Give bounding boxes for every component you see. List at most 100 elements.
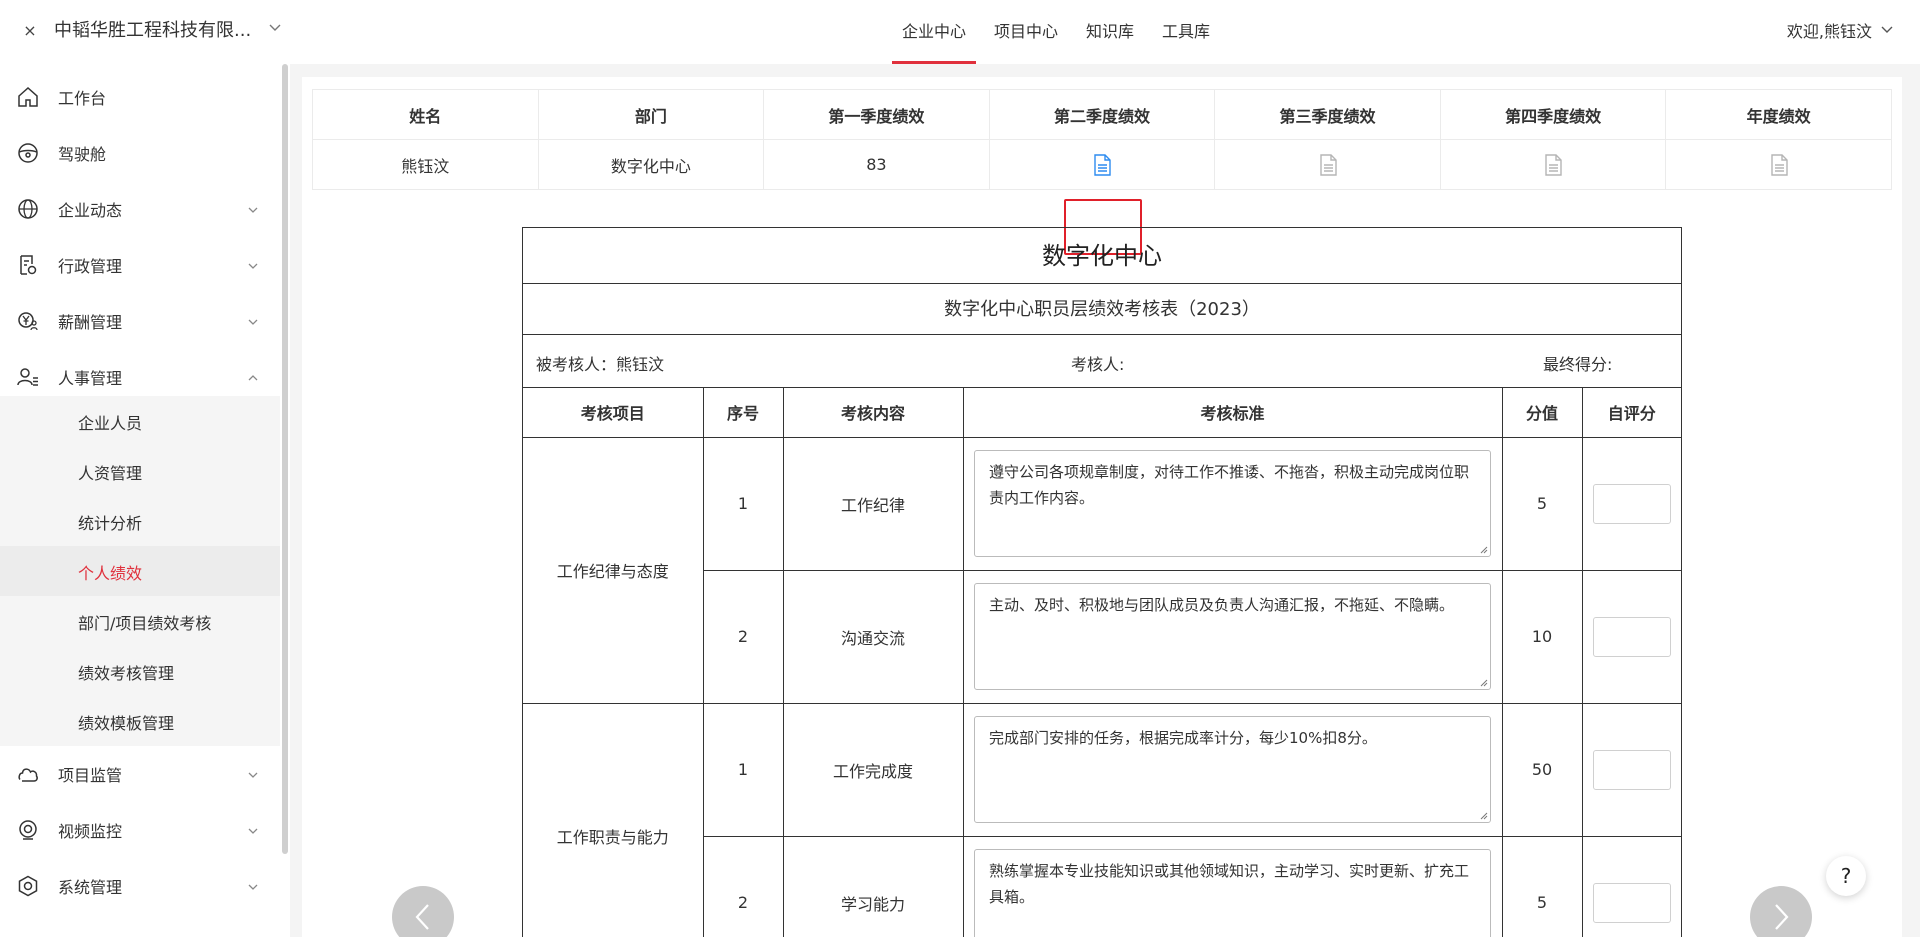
form-subtitle: 数字化中心职员层绩效考核表（2023） bbox=[523, 284, 1681, 335]
cell-q3 bbox=[1214, 139, 1441, 190]
assessment-form: 数字化中心 数字化中心职员层绩效考核表（2023） 被考核人：熊钰汶 考核人: … bbox=[522, 227, 1682, 937]
self-score-input[interactable] bbox=[1592, 749, 1671, 790]
sidebar-item-label: 人事管理 bbox=[58, 369, 123, 388]
col-header-name: 姓名 bbox=[312, 89, 539, 140]
cell-score: 5 bbox=[1501, 436, 1583, 571]
user-chevron-down-icon[interactable] bbox=[1880, 22, 1898, 42]
submenu-item-dept-project-assessment[interactable]: 部门/项目绩效考核 bbox=[0, 596, 280, 646]
criteria-textarea[interactable]: 遵守公司各项规章制度，对待工作不推诿、不拖沓，积极主动完成岗位职责内工作内容。 bbox=[974, 450, 1491, 557]
criteria-text: 熟练掌握本专业技能知识或其他领域知识，主动学习、实时更新、扩充工具箱。 bbox=[989, 862, 1470, 906]
submenu-item-enterprise-staff[interactable]: 企业人员 bbox=[0, 396, 280, 446]
submenu-item-label: 绩效考核管理 bbox=[78, 664, 175, 683]
q4-document-icon[interactable] bbox=[1543, 153, 1563, 176]
cell-score: 10 bbox=[1501, 569, 1583, 704]
tab-tool-library[interactable]: 工具库 bbox=[1148, 0, 1224, 64]
cell-self-score bbox=[1581, 835, 1681, 937]
self-score-input[interactable] bbox=[1592, 882, 1671, 923]
sidebar-item-admin[interactable]: 行政管理 bbox=[0, 237, 280, 293]
col-header-q3: 第三季度绩效 bbox=[1214, 89, 1441, 140]
cell-self-score bbox=[1581, 436, 1681, 571]
resize-grip-icon[interactable] bbox=[1480, 679, 1488, 687]
chevron-down-icon bbox=[246, 258, 260, 272]
cell-content: 沟通交流 bbox=[782, 569, 964, 704]
assessor-label: 考核人: bbox=[1071, 355, 1125, 374]
company-chevron-down-icon[interactable] bbox=[268, 20, 284, 40]
submenu-item-label: 人资管理 bbox=[78, 464, 143, 483]
submenu-item-assessment-management[interactable]: 绩效考核管理 bbox=[0, 646, 280, 696]
close-icon[interactable]: × bbox=[22, 20, 38, 42]
sidebar-item-video-monitoring[interactable]: 视频监控 bbox=[0, 802, 280, 858]
performance-summary-table: 姓名 部门 第一季度绩效 第二季度绩效 第三季度绩效 第四季度绩效 年度绩效 熊… bbox=[312, 89, 1892, 190]
self-score-input[interactable] bbox=[1592, 483, 1671, 524]
col-header-q1: 第一季度绩效 bbox=[763, 89, 990, 140]
table-row: 熊钰汶 数字化中心 83 bbox=[312, 139, 1892, 190]
sidebar-item-label: 驾驶舱 bbox=[58, 145, 107, 164]
submenu-item-label: 绩效模板管理 bbox=[78, 714, 175, 733]
form-title: 数字化中心 bbox=[523, 228, 1681, 284]
globe-icon bbox=[16, 197, 40, 221]
submenu-item-label: 个人绩效 bbox=[78, 564, 143, 583]
col-header-content: 考核内容 bbox=[782, 388, 964, 438]
tab-enterprise-center[interactable]: 企业中心 bbox=[888, 0, 980, 64]
submenu-item-personal-performance[interactable]: 个人绩效 bbox=[0, 546, 280, 596]
criteria-textarea[interactable]: 完成部门安排的任务，根据完成率计分，每少10%扣8分。 bbox=[974, 716, 1491, 823]
help-button[interactable]: ? bbox=[1826, 856, 1866, 896]
criteria-textarea[interactable]: 熟练掌握本专业技能知识或其他领域知识，主动学习、实时更新、扩充工具箱。 bbox=[974, 849, 1491, 937]
main-content: 姓名 部门 第一季度绩效 第二季度绩效 第三季度绩效 第四季度绩效 年度绩效 熊… bbox=[290, 64, 1920, 937]
self-score-input[interactable] bbox=[1592, 616, 1671, 657]
submenu-item-statistics[interactable]: 统计分析 bbox=[0, 496, 280, 546]
cell-content: 工作纪律 bbox=[782, 436, 964, 571]
sidebar-item-cockpit[interactable]: 驾驶舱 bbox=[0, 125, 280, 181]
col-header-q4: 第四季度绩效 bbox=[1439, 89, 1667, 140]
cell-dept: 数字化中心 bbox=[537, 139, 765, 190]
sidebar-item-project-supervision[interactable]: 项目监管 bbox=[0, 746, 280, 802]
col-header-dept: 部门 bbox=[537, 89, 765, 140]
col-header-category: 考核项目 bbox=[523, 388, 704, 438]
chevron-down-icon bbox=[246, 879, 260, 893]
top-header: × 中韬华胜工程科技有限... 企业中心 项目中心 知识库 工具库 欢迎,熊钰汶 bbox=[0, 0, 1920, 64]
q3-document-icon[interactable] bbox=[1318, 153, 1338, 176]
table-row: 工作纪律与态度 1 工作纪律 遵守公司各项规章制度，对待工作不推诿、不拖沓，积极… bbox=[523, 436, 1681, 704]
sidebar-item-salary[interactable]: 薪酬管理 bbox=[0, 293, 280, 349]
sidebar-item-workbench[interactable]: 工作台 bbox=[0, 69, 280, 125]
cell-criteria: 遵守公司各项规章制度，对待工作不推诿、不拖沓，积极主动完成岗位职责内工作内容。 bbox=[962, 436, 1503, 571]
cell-criteria: 完成部门安排的任务，根据完成率计分，每少10%扣8分。 bbox=[962, 702, 1503, 837]
submenu-item-hr-resources[interactable]: 人资管理 bbox=[0, 446, 280, 496]
user-welcome[interactable]: 欢迎,熊钰汶 bbox=[1787, 20, 1872, 44]
yuan-person-icon bbox=[16, 309, 40, 333]
submenu-item-label: 企业人员 bbox=[78, 414, 143, 433]
table-header-row: 姓名 部门 第一季度绩效 第二季度绩效 第三季度绩效 第四季度绩效 年度绩效 bbox=[312, 89, 1892, 140]
camera-icon bbox=[16, 818, 40, 842]
resize-grip-icon[interactable] bbox=[1480, 812, 1488, 820]
cell-score: 50 bbox=[1501, 702, 1583, 837]
criteria-text: 主动、及时、积极地与团队成员及负责人沟通汇报，不拖延、不隐瞒。 bbox=[989, 596, 1455, 614]
assessment-table: 考核项目 序号 考核内容 考核标准 分值 自评分 工作纪律与态度 1 工作纪律 … bbox=[523, 388, 1681, 937]
cell-q2 bbox=[988, 139, 1216, 190]
tab-knowledge-base[interactable]: 知识库 bbox=[1072, 0, 1148, 64]
sidebar: 工作台 驾驶舱 企业动态 行政管理 薪酬管理 人事管理 企业人员 人资管理 统计… bbox=[0, 64, 290, 937]
sidebar-item-label: 行政管理 bbox=[58, 257, 123, 276]
sidebar-item-label: 系统管理 bbox=[58, 878, 123, 897]
home-icon bbox=[16, 85, 40, 109]
final-score-label: 最终得分: bbox=[1543, 355, 1613, 374]
sidebar-item-enterprise-news[interactable]: 企业动态 bbox=[0, 181, 280, 237]
sidebar-item-system-management[interactable]: 系统管理 bbox=[0, 858, 280, 914]
cell-name: 熊钰汶 bbox=[312, 139, 539, 190]
q2-document-icon[interactable] bbox=[1092, 153, 1112, 176]
sidebar-scrollbar[interactable] bbox=[282, 64, 288, 854]
tab-project-center[interactable]: 项目中心 bbox=[980, 0, 1072, 64]
company-name[interactable]: 中韬华胜工程科技有限... bbox=[54, 19, 251, 43]
col-header-score: 分值 bbox=[1501, 388, 1583, 438]
col-header-annual: 年度绩效 bbox=[1665, 89, 1892, 140]
cell-q4 bbox=[1439, 139, 1667, 190]
sidebar-item-label: 工作台 bbox=[58, 89, 107, 108]
chevron-down-icon bbox=[246, 202, 260, 216]
submenu-item-label: 部门/项目绩效考核 bbox=[78, 614, 212, 633]
criteria-text: 遵守公司各项规章制度，对待工作不推诿、不拖沓，积极主动完成岗位职责内工作内容。 bbox=[989, 463, 1470, 507]
annual-document-icon[interactable] bbox=[1769, 153, 1789, 176]
submenu-item-template-management[interactable]: 绩效模板管理 bbox=[0, 696, 280, 746]
settings-hex-icon bbox=[16, 874, 40, 898]
criteria-textarea[interactable]: 主动、及时、积极地与团队成员及负责人沟通汇报，不拖延、不隐瞒。 bbox=[974, 583, 1491, 690]
cell-number: 1 bbox=[702, 436, 784, 571]
resize-grip-icon[interactable] bbox=[1480, 546, 1488, 554]
